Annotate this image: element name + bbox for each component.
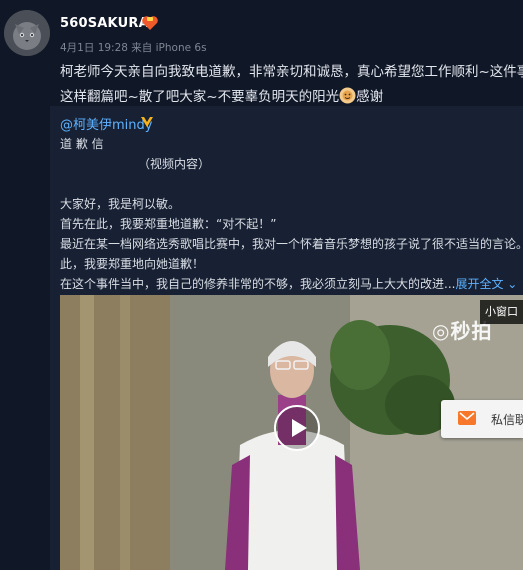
letter-title: 道 歉 信 [60,137,104,151]
repost-body: 道 歉 信 （视频内容） 大家好，我是柯以敏。 首先在此，我要郑重地道歉：“对不… [60,134,523,294]
mail-icon [458,411,476,425]
video-content-note: （视频内容） [138,157,211,171]
private-message-label: 私信联 [491,413,523,427]
letter-line-last: 在这个事件当中，我自己的修养非常的不够，我必须立刻马上大大的改进... [60,277,456,291]
letter-line: 最近在某一档网络选秀歌唱比赛中，我对一个怀着音乐梦想的孩子说了很不适当的言论。在 [60,237,523,251]
play-button[interactable] [274,405,320,451]
weibo-post: 560SAKURA 4月1日 19:28 来自 iPhone 6s 柯老师今天亲… [0,0,523,570]
private-message-button[interactable]: 私信联 [441,400,523,438]
repost-author[interactable]: @柯美伊mindy [60,114,152,133]
mini-window-button[interactable]: 小窗口 [480,300,523,324]
letter-line: 首先在此，我要郑重地道歉：“对不起！” [60,217,277,231]
avatar[interactable] [4,10,50,56]
post-line-1: 柯老师今天亲自向我致电道歉，非常亲切和诚恳，真心希望您工作顺利~这件事就 [60,64,523,80]
post-body: 柯老师今天亲自向我致电道歉，非常亲切和诚恳，真心希望您工作顺利~这件事就 这样翻… [60,60,523,110]
expand-full-text-link[interactable]: 展开全文 ⌄ [455,277,517,291]
post-line-2-tail: 感谢 [356,89,384,105]
post-line-2-text: 这样翻篇吧~散了吧大家~不要辜负明天的阳光 [60,89,340,105]
letter-line: 大家好，我是柯以敏。 [60,197,181,211]
play-icon [292,419,307,437]
letter-line: 此，我要郑重地向她道歉！ [60,257,205,271]
post-meta: 4月1日 19:28 来自 iPhone 6s [60,42,207,54]
vip-badge-icon [141,15,159,31]
letter-line: 在这个事件当中，我自己的修养非常的不够，我必须立刻马上大大的改进...展开全文 … [60,274,523,294]
sun-emoji-icon [339,87,356,104]
verified-icon [140,114,154,128]
post-username[interactable]: 560SAKURA [60,16,149,31]
